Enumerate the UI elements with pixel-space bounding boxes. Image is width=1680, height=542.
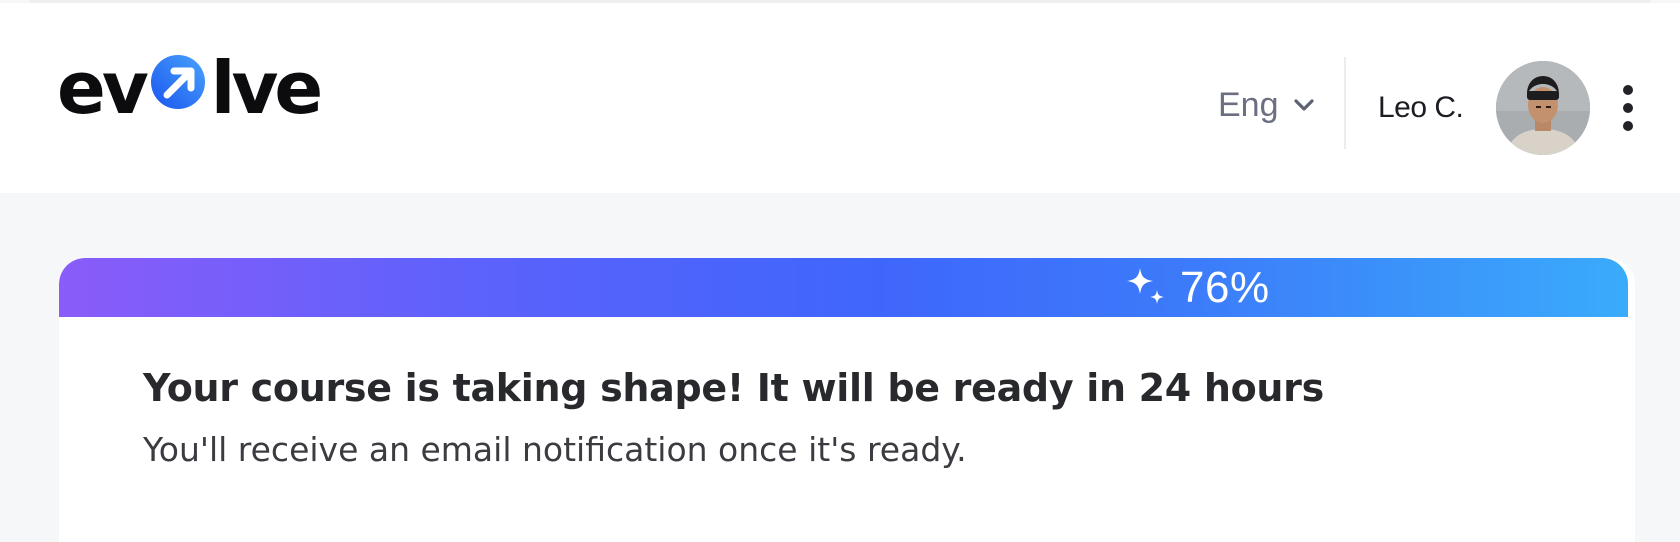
- more-vertical-icon[interactable]: [1618, 85, 1638, 131]
- course-status-card: 76% Your course is taking shape! It will…: [59, 258, 1635, 542]
- kebab-dot: [1623, 121, 1633, 131]
- logo-text-start: ev: [57, 45, 149, 130]
- logo-text-end: lve: [210, 45, 323, 130]
- progress-percentage: 76%: [1180, 263, 1270, 312]
- header-divider: [1344, 57, 1346, 149]
- kebab-dot: [1623, 85, 1633, 95]
- evolve-logo[interactable]: ev lve: [57, 45, 323, 130]
- progress-bar: 76%: [59, 258, 1628, 317]
- user-photo: [1496, 61, 1590, 155]
- status-title: Your course is taking shape! It will be …: [143, 366, 1324, 410]
- avatar[interactable]: [1496, 61, 1590, 155]
- progress-indicator: 76%: [1122, 262, 1270, 314]
- user-name[interactable]: Leo C.: [1378, 91, 1464, 125]
- language-label: Eng: [1218, 85, 1279, 124]
- status-subtitle: You'll receive an email notification onc…: [143, 430, 967, 469]
- chevron-down-icon: [1293, 99, 1314, 111]
- sparkles-icon: [1127, 268, 1164, 304]
- app-header: ev lve Eng Leo C.: [0, 3, 1680, 193]
- logo-arrow-icon: [150, 54, 205, 109]
- kebab-dot: [1623, 103, 1633, 113]
- language-selector[interactable]: Eng: [1218, 83, 1317, 127]
